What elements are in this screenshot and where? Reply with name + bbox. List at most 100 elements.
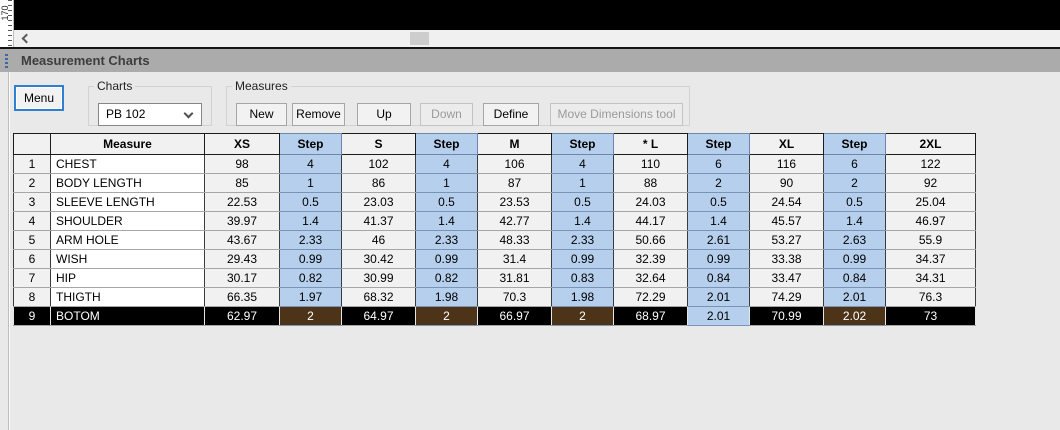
size-value-cell[interactable]: 73 xyxy=(886,307,976,326)
size-value-cell[interactable]: 32.64 xyxy=(614,269,688,288)
measure-name-cell[interactable]: ARM HOLE xyxy=(51,231,205,250)
size-value-cell[interactable]: 86 xyxy=(342,174,416,193)
step-cell[interactable]: 2.02 xyxy=(824,307,886,326)
step-cell[interactable]: 1 xyxy=(280,174,342,193)
row-number-cell[interactable]: 4 xyxy=(14,212,51,231)
measure-name-cell[interactable]: BODY LENGTH xyxy=(51,174,205,193)
size-value-cell[interactable]: 122 xyxy=(886,155,976,174)
size-value-cell[interactable]: 34.31 xyxy=(886,269,976,288)
scroll-left-icon[interactable] xyxy=(22,34,32,44)
step-cell[interactable]: 0.99 xyxy=(824,250,886,269)
step-cell[interactable]: 1.4 xyxy=(280,212,342,231)
step-cell[interactable]: 0.82 xyxy=(280,269,342,288)
size-value-cell[interactable]: 92 xyxy=(886,174,976,193)
measure-name-cell[interactable]: CHEST xyxy=(51,155,205,174)
size-value-cell[interactable]: 42.77 xyxy=(478,212,552,231)
step-cell[interactable]: 0.83 xyxy=(552,269,614,288)
size-value-cell[interactable]: 23.53 xyxy=(478,193,552,212)
size-value-cell[interactable]: 30.17 xyxy=(205,269,280,288)
row-number-cell[interactable]: 2 xyxy=(14,174,51,193)
chart-select[interactable]: PB 102 xyxy=(98,103,202,126)
measure-name-cell[interactable]: SHOULDER xyxy=(51,212,205,231)
measure-name-cell[interactable]: HIP xyxy=(51,269,205,288)
pattern-canvas[interactable] xyxy=(14,0,1060,30)
size-value-cell[interactable]: 31.4 xyxy=(478,250,552,269)
size-value-cell[interactable]: 72.29 xyxy=(614,288,688,307)
step-cell[interactable]: 0.5 xyxy=(824,193,886,212)
size-value-cell[interactable]: 25.04 xyxy=(886,193,976,212)
step-cell[interactable]: 6 xyxy=(688,155,750,174)
step-cell[interactable]: 2.01 xyxy=(688,288,750,307)
step-cell[interactable]: 2.33 xyxy=(552,231,614,250)
size-value-cell[interactable]: 98 xyxy=(205,155,280,174)
measure-name-cell[interactable]: WISH xyxy=(51,250,205,269)
size-value-cell[interactable]: 85 xyxy=(205,174,280,193)
step-cell[interactable]: 4 xyxy=(280,155,342,174)
step-cell[interactable]: 1.98 xyxy=(552,288,614,307)
step-cell[interactable]: 1.97 xyxy=(280,288,342,307)
size-value-cell[interactable]: 66.35 xyxy=(205,288,280,307)
step-cell[interactable]: 0.84 xyxy=(824,269,886,288)
size-value-cell[interactable]: 68.97 xyxy=(614,307,688,326)
step-cell[interactable]: 6 xyxy=(824,155,886,174)
size-value-cell[interactable]: 30.42 xyxy=(342,250,416,269)
size-value-cell[interactable]: 31.81 xyxy=(478,269,552,288)
step-cell[interactable]: 0.5 xyxy=(416,193,478,212)
size-value-cell[interactable]: 88 xyxy=(614,174,688,193)
step-cell[interactable]: 2 xyxy=(552,307,614,326)
size-value-cell[interactable]: 48.33 xyxy=(478,231,552,250)
step-cell[interactable]: 0.82 xyxy=(416,269,478,288)
size-value-cell[interactable]: 70.99 xyxy=(750,307,824,326)
size-value-cell[interactable]: 74.29 xyxy=(750,288,824,307)
size-value-cell[interactable]: 116 xyxy=(750,155,824,174)
size-value-cell[interactable]: 39.97 xyxy=(205,212,280,231)
size-value-cell[interactable]: 62.97 xyxy=(205,307,280,326)
step-cell[interactable]: 2.61 xyxy=(688,231,750,250)
size-value-cell[interactable]: 50.66 xyxy=(614,231,688,250)
horizontal-scrollbar[interactable] xyxy=(14,30,1060,47)
size-value-cell[interactable]: 87 xyxy=(478,174,552,193)
size-value-cell[interactable]: 66.97 xyxy=(478,307,552,326)
size-value-cell[interactable]: 45.57 xyxy=(750,212,824,231)
step-cell[interactable]: 0.99 xyxy=(280,250,342,269)
panel-titlebar[interactable]: Measurement Charts xyxy=(0,47,1060,72)
size-value-cell[interactable]: 32.39 xyxy=(614,250,688,269)
step-cell[interactable]: 1 xyxy=(416,174,478,193)
size-value-cell[interactable]: 29.43 xyxy=(205,250,280,269)
down-button[interactable]: Down xyxy=(420,103,473,126)
step-cell[interactable]: 0.99 xyxy=(416,250,478,269)
step-cell[interactable]: 2 xyxy=(280,307,342,326)
step-cell[interactable]: 4 xyxy=(416,155,478,174)
remove-button[interactable]: Remove xyxy=(292,103,345,126)
step-cell[interactable]: 0.99 xyxy=(688,250,750,269)
drag-grip-icon[interactable] xyxy=(5,54,8,68)
step-cell[interactable]: 2 xyxy=(688,174,750,193)
step-cell[interactable]: 1.4 xyxy=(688,212,750,231)
step-cell[interactable]: 0.84 xyxy=(688,269,750,288)
row-number-cell[interactable]: 3 xyxy=(14,193,51,212)
step-cell[interactable]: 0.99 xyxy=(552,250,614,269)
measure-name-cell[interactable]: BOTOM xyxy=(51,307,205,326)
step-cell[interactable]: 2 xyxy=(824,174,886,193)
step-cell[interactable]: 2.63 xyxy=(824,231,886,250)
measure-name-cell[interactable]: SLEEVE LENGTH xyxy=(51,193,205,212)
size-value-cell[interactable]: 70.3 xyxy=(478,288,552,307)
scrollbar-thumb[interactable] xyxy=(410,32,429,45)
size-value-cell[interactable]: 34.37 xyxy=(886,250,976,269)
row-number-cell[interactable]: 5 xyxy=(14,231,51,250)
step-cell[interactable]: 2.01 xyxy=(824,288,886,307)
size-value-cell[interactable]: 106 xyxy=(478,155,552,174)
step-cell[interactable]: 0.5 xyxy=(688,193,750,212)
size-value-cell[interactable]: 24.54 xyxy=(750,193,824,212)
size-value-cell[interactable]: 102 xyxy=(342,155,416,174)
row-number-cell[interactable]: 8 xyxy=(14,288,51,307)
size-value-cell[interactable]: 33.38 xyxy=(750,250,824,269)
size-value-cell[interactable]: 41.37 xyxy=(342,212,416,231)
define-button[interactable]: Define xyxy=(483,103,539,126)
step-cell[interactable]: 2.33 xyxy=(416,231,478,250)
size-value-cell[interactable]: 44.17 xyxy=(614,212,688,231)
size-value-cell[interactable]: 110 xyxy=(614,155,688,174)
step-cell[interactable]: 4 xyxy=(552,155,614,174)
new-button[interactable]: New xyxy=(236,103,287,126)
size-value-cell[interactable]: 24.03 xyxy=(614,193,688,212)
